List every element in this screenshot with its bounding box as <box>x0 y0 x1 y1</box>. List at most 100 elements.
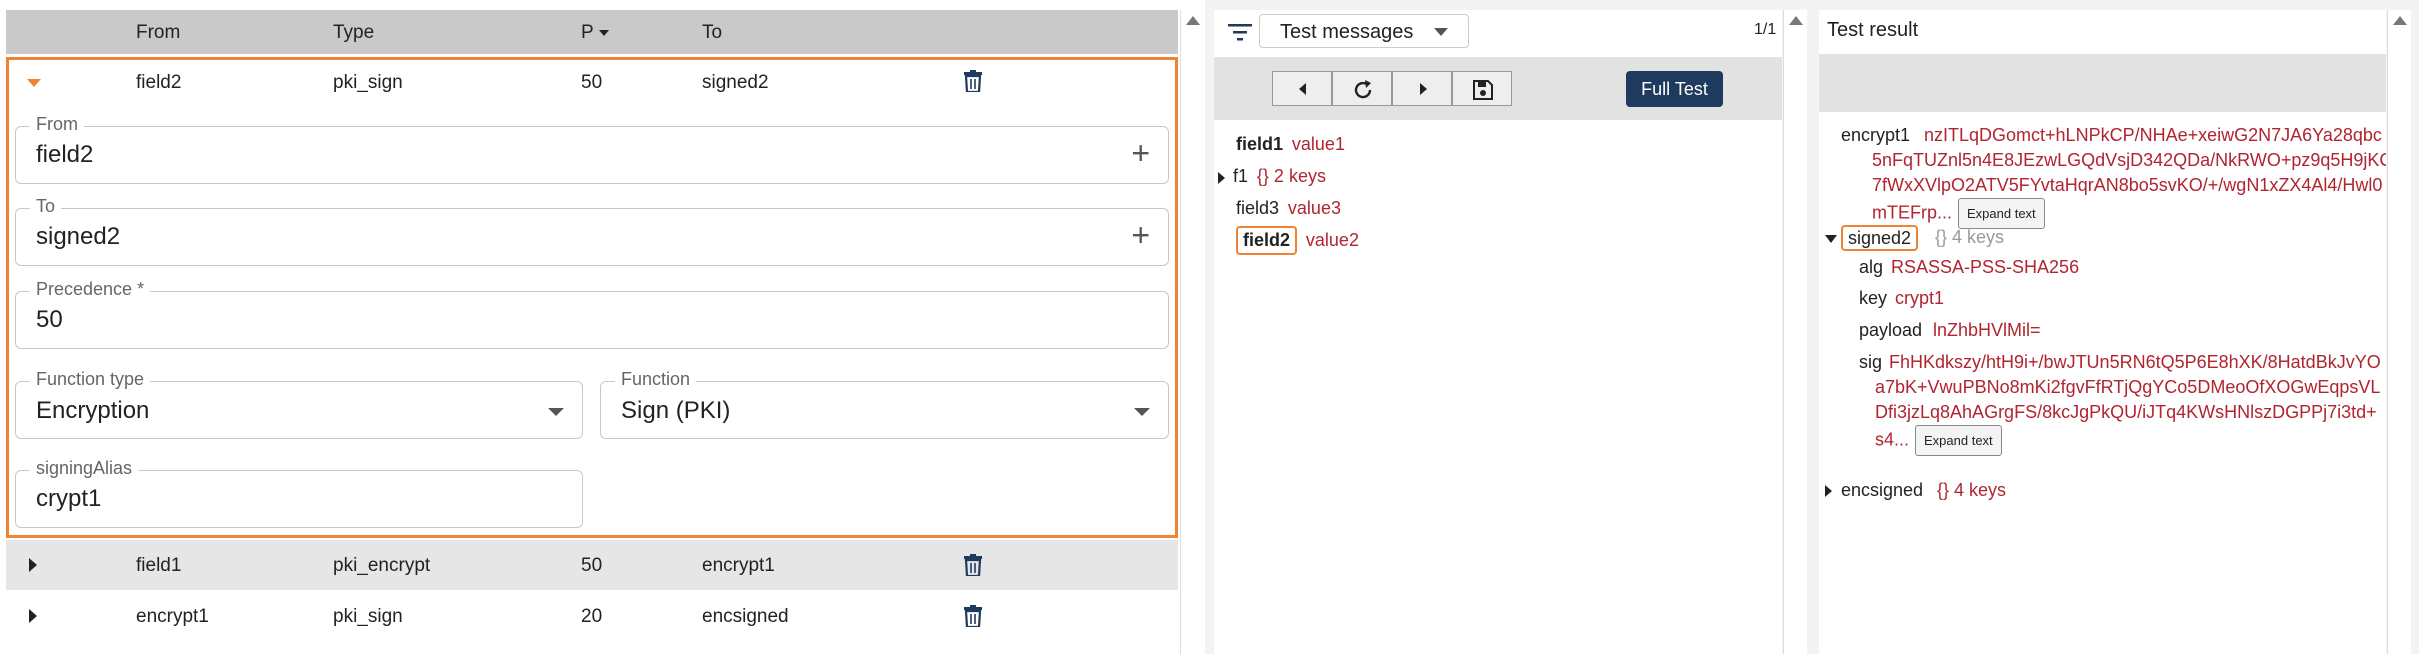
header-precedence-label: P <box>581 22 594 43</box>
result-key: encrypt1 <box>1841 125 1911 145</box>
message-toolbar: Full Test <box>1214 57 1782 120</box>
to-label: To <box>30 196 62 217</box>
collapse-chevron-icon[interactable] <box>27 79 41 87</box>
result-value-truncated: mTEFrp... <box>1872 202 1952 223</box>
result-value-truncated: s4... <box>1875 429 1910 450</box>
result-scrollbar[interactable] <box>2387 10 2411 654</box>
test-messages-panel: Test messages 1/1 Full Test field1 value… <box>1214 10 1782 654</box>
messages-scrollbar[interactable] <box>1783 10 1807 654</box>
signing-alias-field[interactable]: signingAlias crypt1 <box>15 458 583 528</box>
scroll-up-icon[interactable] <box>1789 16 1803 25</box>
message-key: field3 <box>1236 198 1280 218</box>
function-value: Sign (PKI) <box>621 397 731 424</box>
dropdown-caret-icon <box>1434 28 1448 36</box>
test-result-title: Test result <box>1827 19 1919 41</box>
table-scrollbar[interactable] <box>1180 10 1204 654</box>
result-key: alg <box>1859 257 1884 277</box>
list-item[interactable]: field1 value1 <box>1236 134 1345 155</box>
prev-button[interactable] <box>1272 71 1332 106</box>
table-row[interactable]: field1 pki_encrypt 50 encrypt1 <box>6 540 1178 590</box>
row-type: pki_sign <box>333 72 403 93</box>
collapse-chevron-icon[interactable] <box>1825 235 1837 243</box>
message-meta: {} 2 keys <box>1256 166 1326 186</box>
sort-down-icon <box>598 29 609 36</box>
expanded-rule-row: field2 pki_sign 50 signed2 From field2 +… <box>6 57 1178 538</box>
result-meta: {} 4 keys <box>1937 480 2007 500</box>
save-icon <box>1473 80 1493 100</box>
list-item[interactable]: field2 value2 <box>1236 226 1359 255</box>
signing-alias-value: crypt1 <box>36 485 102 512</box>
expand-chevron-icon[interactable] <box>29 609 37 623</box>
message-value: value2 <box>1305 230 1359 250</box>
row-type: pki_encrypt <box>333 555 431 576</box>
message-key-highlighted: field2 <box>1236 226 1298 255</box>
delete-icon[interactable] <box>964 605 982 627</box>
function-type-select[interactable]: Function type Encryption <box>15 369 583 439</box>
header-precedence[interactable]: P <box>581 22 609 44</box>
row-type: pki_sign <box>333 606 403 627</box>
expand-chevron-icon[interactable] <box>29 558 37 572</box>
refresh-button[interactable] <box>1332 71 1392 106</box>
dropdown-caret-icon <box>1134 408 1150 416</box>
delete-icon[interactable] <box>964 554 982 576</box>
message-tree: field1 value1 f1 {} 2 keys field3 value3… <box>1214 122 1782 255</box>
save-button[interactable] <box>1452 71 1512 106</box>
scroll-up-icon[interactable] <box>2393 16 2407 25</box>
next-button[interactable] <box>1392 71 1452 106</box>
result-value-line: FhHKdkszy/htH9i+/bwJTUn5RN6tQ5P6E8hXK/8H… <box>1889 352 2381 372</box>
header-from[interactable]: From <box>136 22 180 44</box>
result-tree: encrypt1 nzITLqDGomct+hLNPkCP/NHAe+xeiwG… <box>1819 122 2386 512</box>
result-key: payload <box>1859 320 1923 340</box>
add-icon[interactable]: + <box>1131 137 1150 169</box>
result-value: RSASSA-PSS-SHA256 <box>1891 257 2080 277</box>
add-icon[interactable]: + <box>1131 219 1150 251</box>
message-counter: 1/1 <box>1754 21 1777 38</box>
precedence-value: 50 <box>36 306 63 333</box>
to-field[interactable]: To signed2 + <box>15 196 1169 266</box>
row-from: encrypt1 <box>136 606 209 627</box>
full-test-button[interactable]: Full Test <box>1626 71 1723 107</box>
function-label: Function <box>615 369 697 390</box>
delete-icon[interactable] <box>964 70 982 92</box>
scroll-up-icon[interactable] <box>1186 16 1200 25</box>
from-value: field2 <box>36 141 94 168</box>
dropdown-caret-icon <box>548 408 564 416</box>
result-key[interactable]: encsigned <box>1841 478 1923 503</box>
signing-alias-label: signingAlias <box>30 458 139 479</box>
test-messages-select[interactable]: Test messages <box>1259 14 1469 48</box>
from-field[interactable]: From field2 + <box>15 114 1169 184</box>
function-type-label: Function type <box>30 369 151 390</box>
message-value: value3 <box>1287 198 1341 218</box>
row-precedence: 50 <box>581 72 603 93</box>
filter-icon[interactable] <box>1228 24 1252 42</box>
list-item[interactable]: f1 {} 2 keys <box>1218 166 1326 187</box>
precedence-label: Precedence * <box>30 279 151 300</box>
header-type[interactable]: Type <box>333 22 374 44</box>
row-from: field2 <box>136 72 182 93</box>
result-toolbar <box>1819 54 2386 112</box>
row-precedence: 50 <box>581 555 603 576</box>
result-key: sig <box>1859 352 1883 372</box>
row-to: signed2 <box>702 72 769 93</box>
test-result-panel: Test result encrypt1 nzITLqDGomct+hLNPkC… <box>1819 10 2386 654</box>
from-label: From <box>30 114 84 135</box>
expand-text-button[interactable]: Expand text <box>1915 425 2002 456</box>
expand-chevron-icon[interactable] <box>1825 485 1832 497</box>
result-value-line: 5nFqTUZnl5n4E8JEzwLGQdVsjD342QDa/NkRWO+p… <box>1872 150 2386 170</box>
message-key: field1 <box>1236 134 1284 154</box>
table-row[interactable]: encrypt1 pki_sign 20 encsigned <box>6 591 1178 641</box>
result-value: lnZhbHVlMil= <box>1933 320 2041 340</box>
result-value-line: 7fWxXVlpO2ATV5FYvtaHqrAN8bo5svKO/+/wgN1x… <box>1872 175 2383 195</box>
expand-chevron-icon[interactable] <box>1218 171 1225 184</box>
result-value-line: s4... Expand text <box>1875 425 2002 456</box>
precedence-field[interactable]: Precedence * 50 <box>15 279 1169 349</box>
header-to[interactable]: To <box>702 22 722 44</box>
function-select[interactable]: Function Sign (PKI) <box>600 369 1169 439</box>
to-value: signed2 <box>36 223 121 250</box>
test-messages-title: Test messages <box>1280 21 1414 43</box>
list-item[interactable]: field3 value3 <box>1236 198 1341 219</box>
result-key-highlighted[interactable]: signed2 <box>1841 225 1919 251</box>
result-value-line: nzITLqDGomct+hLNPkCP/NHAe+xeiwG2N7JA6Ya2… <box>1924 125 2382 145</box>
result-value: crypt1 <box>1895 288 1945 308</box>
row-precedence: 20 <box>581 606 603 627</box>
